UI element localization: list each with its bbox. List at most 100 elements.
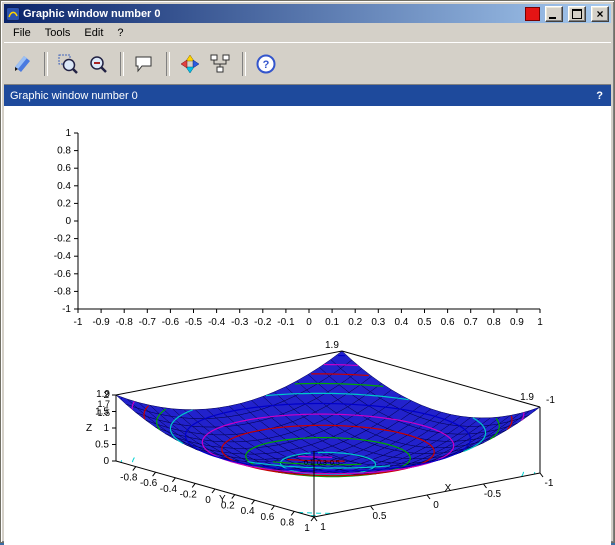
svg-text:-0.7: -0.7: [139, 317, 157, 328]
svg-text:-0.8: -0.8: [120, 473, 138, 484]
svg-text:-0.3: -0.3: [231, 317, 249, 328]
svg-text:0.6: 0.6: [441, 317, 455, 328]
unzoom-button[interactable]: [84, 50, 112, 78]
svg-text:Z: Z: [86, 423, 92, 434]
rotate-3d-button[interactable]: [176, 50, 204, 78]
svg-text:0.8: 0.8: [280, 517, 294, 528]
red-indicator: [525, 7, 540, 21]
toolbar-separator: [44, 52, 48, 76]
maximize-button[interactable]: [568, 6, 586, 22]
infobar-help-button[interactable]: ?: [596, 90, 605, 102]
svg-text:1: 1: [320, 522, 326, 533]
svg-text:0: 0: [103, 456, 109, 467]
svg-text:-0.4: -0.4: [54, 251, 72, 262]
svg-text:-0.2: -0.2: [254, 317, 272, 328]
svg-text:1: 1: [103, 423, 109, 434]
svg-text:1: 1: [537, 317, 543, 328]
svg-text:-0.5: -0.5: [185, 317, 203, 328]
svg-text:Y: Y: [219, 494, 226, 505]
help-button[interactable]: ?: [252, 50, 280, 78]
infobar: Graphic window number 0 ?: [4, 85, 611, 106]
svg-text:0.6: 0.6: [260, 512, 274, 523]
svg-text:0: 0: [433, 500, 439, 511]
svg-text:0.4: 0.4: [241, 506, 255, 517]
svg-text:-0.4: -0.4: [208, 317, 226, 328]
svg-text:1.9: 1.9: [325, 340, 339, 351]
minimize-icon: [549, 17, 556, 19]
infobar-title: Graphic window number 0: [10, 90, 596, 102]
svg-text:-1: -1: [546, 395, 555, 406]
svg-text:-0.8: -0.8: [116, 317, 134, 328]
svg-text:0.3: 0.3: [371, 317, 385, 328]
unzoom-icon: [87, 53, 109, 75]
menu-file[interactable]: File: [6, 25, 38, 41]
graph-editor-button[interactable]: [206, 50, 234, 78]
svg-text:0.5: 0.5: [95, 440, 109, 451]
toolbar-separator: [120, 52, 124, 76]
zoom-area-icon: [57, 53, 79, 75]
svg-text:-0.9: -0.9: [92, 317, 110, 328]
svg-text:0.1: 0.1: [304, 460, 314, 467]
close-icon: ×: [596, 9, 603, 19]
svg-text:1.5: 1.5: [97, 408, 110, 418]
toolbar-separator: [166, 52, 170, 76]
svg-text:0.1: 0.1: [325, 317, 339, 328]
svg-text:-1: -1: [62, 304, 71, 315]
app-icon: [6, 7, 20, 21]
help-icon: ?: [255, 53, 277, 75]
toolbar: ?: [4, 42, 611, 85]
maximize-icon: [572, 9, 582, 19]
svg-text:0: 0: [65, 216, 71, 227]
annotation-button[interactable]: [130, 50, 158, 78]
svg-text:0.2: 0.2: [348, 317, 362, 328]
svg-text:0.5: 0.5: [330, 460, 340, 467]
speech-bubble-icon: [133, 53, 155, 75]
svg-text:0.9: 0.9: [510, 317, 524, 328]
svg-text:0: 0: [306, 317, 312, 328]
svg-text:-0.6: -0.6: [54, 269, 72, 280]
window-title: Graphic window number 0: [23, 8, 518, 20]
svg-text:0.4: 0.4: [394, 317, 408, 328]
titlebar: Graphic window number 0 ×: [4, 4, 611, 23]
plot-area[interactable]: 10.80.60.40.20-0.2-0.4-0.6-0.8-1-1-0.9-0…: [4, 106, 611, 545]
svg-text:-0.1: -0.1: [277, 317, 295, 328]
svg-text:0.7: 0.7: [464, 317, 478, 328]
svg-text:-0.2: -0.2: [54, 234, 72, 245]
svg-text:-0.8: -0.8: [54, 286, 72, 297]
plot-canvas: 10.80.60.40.20-0.2-0.4-0.6-0.8-1-1-0.9-0…: [4, 106, 611, 545]
minimize-button[interactable]: [545, 6, 563, 22]
menu-tools[interactable]: Tools: [38, 25, 78, 41]
svg-text:-0.6: -0.6: [140, 478, 158, 489]
svg-text:-1: -1: [545, 478, 554, 489]
svg-text:-0.4: -0.4: [160, 484, 178, 495]
svg-text:0: 0: [205, 495, 211, 506]
svg-text:0.8: 0.8: [57, 146, 71, 157]
svg-text:0.2: 0.2: [57, 198, 71, 209]
svg-text:1: 1: [65, 128, 71, 139]
svg-text:-0.6: -0.6: [162, 317, 180, 328]
svg-text:0.6: 0.6: [57, 163, 71, 174]
svg-text:1.9: 1.9: [520, 392, 534, 403]
menu-edit[interactable]: Edit: [77, 25, 110, 41]
export-button[interactable]: [8, 50, 36, 78]
toolbar-separator: [242, 52, 246, 76]
svg-text:0.3: 0.3: [317, 460, 327, 467]
close-button[interactable]: ×: [591, 6, 609, 22]
svg-text:0.4: 0.4: [57, 181, 71, 192]
rotate-3d-icon: [179, 53, 201, 75]
svg-text:-1: -1: [74, 317, 83, 328]
plot2d-axes: 1 0.8 0.6 0.4 0.2 0 -0.2 -0.4 -0.6 -0.8 -1-1 -0.9 -0…: [54, 128, 543, 328]
svg-text:0.5: 0.5: [373, 511, 387, 522]
svg-text:0.5: 0.5: [418, 317, 432, 328]
svg-text:0.8: 0.8: [487, 317, 501, 328]
svg-text:-0.2: -0.2: [180, 489, 198, 500]
plot3d-surface: 00.511.52Z-0.8-0.6-0.4-0.200.20.40.60.81…: [86, 340, 555, 534]
svg-text:1: 1: [304, 523, 310, 534]
graph-editor-icon: [209, 53, 231, 75]
svg-text:?: ?: [263, 59, 270, 71]
svg-text:X: X: [445, 483, 452, 494]
menubar: File Tools Edit ?: [4, 23, 611, 42]
svg-text:-0.5: -0.5: [484, 489, 502, 500]
zoom-area-button[interactable]: [54, 50, 82, 78]
menu-help[interactable]: ?: [110, 25, 130, 41]
